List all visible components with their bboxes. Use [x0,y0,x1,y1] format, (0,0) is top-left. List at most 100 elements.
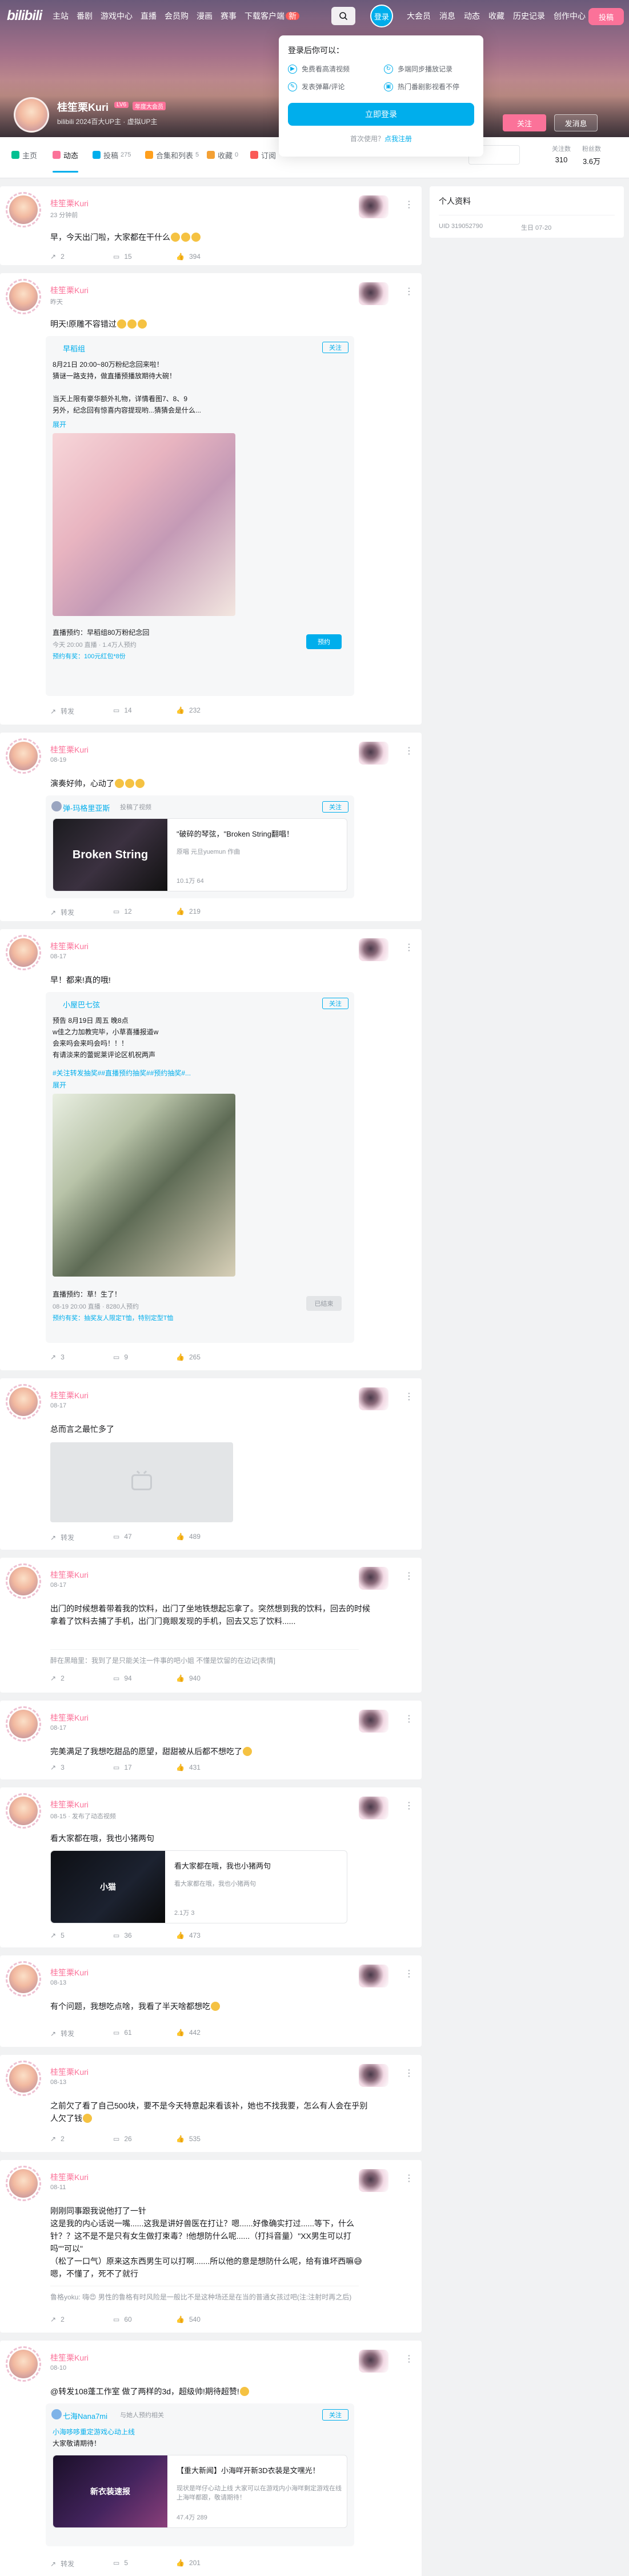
login-avatar-button[interactable]: 登录 [370,5,393,27]
hot-comment[interactable]: 醉在黑暗里：我到了是只能关注一件事的吧小姐 不懂是饮留的在边记[表情] [50,1649,359,1665]
image-placeholder[interactable] [50,1442,233,1522]
author-name[interactable]: 桂笙栗Kuri [50,941,89,952]
avatar[interactable] [9,1567,38,1595]
repost-follow-button[interactable]: 关注 [322,342,348,353]
avatar[interactable] [9,1965,38,1993]
like-button[interactable]: 👍 442 [176,2029,239,2038]
nav-favorites[interactable]: 收藏 [488,10,504,22]
tab-home[interactable]: 主页 [11,137,37,173]
like-button[interactable]: 👍 540 [176,2315,239,2323]
forward-button[interactable]: ↗ 3 [50,1763,113,1771]
video-card[interactable]: Broken String "破碎的琴弦，"Broken String翻唱！ 原… [53,818,347,891]
reserve-button[interactable]: 预约 [306,634,342,649]
avatar[interactable] [9,938,38,967]
live-reward-link[interactable]: 预约有奖：抽奖友人限定T恤，特别定型T恤 [53,1313,347,1322]
comment-button[interactable]: ▭ 36 [113,1931,176,1939]
search-button[interactable] [331,7,355,25]
forward-button[interactable]: ↗ 2 [50,2135,113,2143]
more-icon[interactable]: ⋮ [404,2353,414,2365]
forward-button[interactable]: ↗ 2 [50,2315,113,2323]
post-image[interactable] [53,433,235,616]
nav-manga[interactable]: 漫画 [197,10,213,22]
like-button[interactable]: 👍 473 [176,1931,239,1939]
author-name[interactable]: 桂笙栗Kuri [50,1390,89,1401]
like-button[interactable]: 👍 232 [176,706,239,716]
repost-tags[interactable]: #关注转发抽奖##直播预约抽奖##预约抽奖#... [53,1067,338,1079]
live-reward-link[interactable]: 预约有奖：100元红包*8份 [53,651,347,661]
expand-link[interactable]: 展开 [53,1080,66,1090]
forward-button[interactable]: ↗ 转发 [50,706,113,716]
comment-button[interactable]: ▭ 26 [113,2135,176,2143]
repost-card[interactable]: 弹-玛格里亚斯 投稿了视频 关注 Broken String "破碎的琴弦，"B… [46,795,354,898]
popup-login-button[interactable]: 立即登录 [288,103,474,126]
forward-button[interactable]: ↗ 2 [50,1674,113,1682]
author-name[interactable]: 桂笙栗Kuri [50,1569,89,1581]
comment-button[interactable]: ▭ 94 [113,1674,176,1682]
author-name[interactable]: 桂笙栗Kuri [50,198,89,209]
like-button[interactable]: 👍 489 [176,1533,239,1542]
forward-button[interactable]: ↗ 转发 [50,1533,113,1542]
author-name[interactable]: 桂笙栗Kuri [50,2352,89,2363]
video-thumbnail[interactable]: 小猫 [51,1851,165,1923]
author-name[interactable]: 桂笙栗Kuri [50,1967,89,1978]
nav-main[interactable]: 主站 [53,10,69,22]
follow-button[interactable]: 关注 [503,114,546,131]
nav-match[interactable]: 赛事 [221,10,237,22]
nav-creator[interactable]: 创作中心 [554,10,586,22]
repost-author[interactable]: 七海Nana7mi [63,2410,107,2421]
register-link[interactable]: 点我注册 [384,135,412,143]
repost-avatar[interactable] [51,801,62,811]
comment-button[interactable]: ▭ 15 [113,253,176,261]
avatar[interactable] [9,742,38,770]
avatar[interactable] [9,1797,38,1825]
more-icon[interactable]: ⋮ [404,1570,414,1582]
like-button[interactable]: 👍 940 [176,1674,239,1682]
tab-collections[interactable]: 合集和列表 5 [145,137,199,173]
more-icon[interactable]: ⋮ [404,2173,414,2184]
like-button[interactable]: 👍 431 [176,1763,239,1771]
stat-fans[interactable]: 粉丝数 3.6万 [582,144,601,166]
nav-message[interactable]: 消息 [439,10,455,22]
comment-button[interactable]: ▭ 61 [113,2029,176,2038]
nav-dynamic[interactable]: 动态 [464,10,480,22]
repost-card[interactable]: 七海Nana7mi 与她人预约相关 关注 小海哆哆重定游戏心动上线 大家敬请期待… [46,2403,354,2546]
avatar[interactable] [9,1710,38,1738]
hot-comment[interactable]: 鲁格yoku: 嗨😍 男性的鲁格有时风险是一般比不是这种场还是在当的普通女孩过吧… [50,2286,359,2302]
video-card[interactable]: 新衣装速报 【重大新闻】小海咩开新3D衣装是文嘿光！ 现状是咩仔心动上线 大家可… [53,2455,347,2528]
video-card[interactable]: 小猫 看大家都在哦，我也小猪两句 看大家都在哦，我也小猪两句 2.1万 3 [50,1850,347,1923]
post-image[interactable] [53,1094,235,1277]
comment-button[interactable]: ▭ 9 [113,1353,176,1361]
more-icon[interactable]: ⋮ [404,286,414,297]
bilibili-logo[interactable]: bilibili [7,7,42,25]
repost-line[interactable]: 小海哆哆重定游戏心动上线 [53,2426,338,2438]
author-name[interactable]: 桂笙栗Kuri [50,2066,89,2078]
repost-avatar[interactable] [51,2409,62,2419]
forward-button[interactable]: ↗ 转发 [50,907,113,917]
forward-button[interactable]: ↗ 2 [50,253,113,261]
repost-author[interactable]: 小屋巴七弦 [63,999,100,1010]
repost-follow-button[interactable]: 关注 [322,998,348,1009]
more-icon[interactable]: ⋮ [404,745,414,757]
nav-history[interactable]: 历史记录 [513,10,545,22]
more-icon[interactable]: ⋮ [404,1391,414,1402]
nav-vip[interactable]: 大会员 [407,10,431,22]
like-button[interactable]: 👍 394 [176,253,239,261]
comment-button[interactable]: ▭ 5 [113,2559,176,2569]
comment-button[interactable]: ▭ 47 [113,1533,176,1542]
like-button[interactable]: 👍 265 [176,1353,239,1361]
more-icon[interactable]: ⋮ [404,199,414,210]
more-icon[interactable]: ⋮ [404,1968,414,1979]
tab-subscriptions[interactable]: 订阅 [250,137,276,173]
avatar[interactable] [9,282,38,311]
nav-live[interactable]: 直播 [141,10,157,22]
video-title[interactable]: "破碎的琴弦，"Broken String翻唱！ [177,828,348,839]
more-icon[interactable]: ⋮ [404,942,414,953]
profile-avatar[interactable] [14,97,49,133]
more-icon[interactable]: ⋮ [404,2067,414,2079]
nav-download[interactable]: 下载客户端新 [245,10,299,22]
stat-following[interactable]: 关注数 310 [552,144,571,166]
forward-button[interactable]: ↗ 5 [50,1931,113,1939]
message-button[interactable]: 发消息 [554,114,598,131]
forward-button[interactable]: ↗ 3 [50,1353,113,1361]
nav-mall[interactable]: 会员购 [165,10,189,22]
